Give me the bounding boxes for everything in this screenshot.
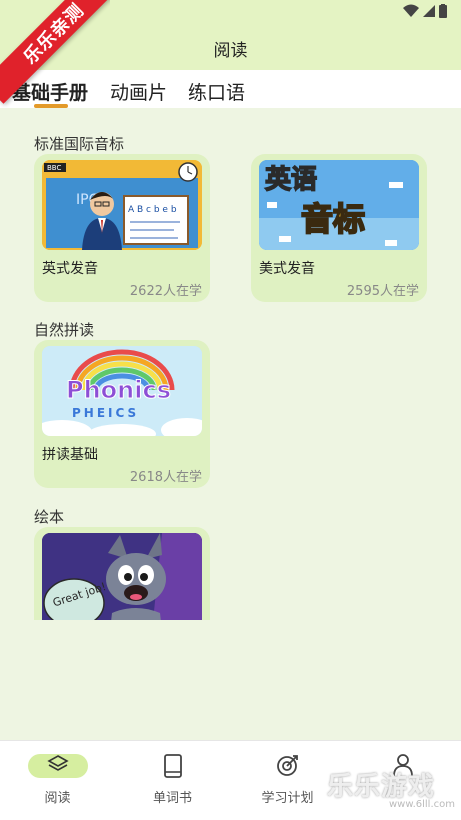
nav-label: 单词书 — [152, 791, 192, 806]
course-thumbnail: Great job! — [42, 533, 202, 620]
course-card-phonics[interactable]: Phonics PHEICS 拼读基础 2618人在学 — [34, 340, 210, 488]
target-icon — [276, 755, 298, 776]
phonics-rainbow-illustration: Phonics PHEICS — [42, 346, 202, 436]
learner-count: 2622人在学 — [129, 284, 202, 299]
corner-badge: 乐乐亲测 — [0, 0, 110, 110]
course-card-picture-book[interactable]: Great job! — [34, 527, 210, 620]
course-thumbnail: BBC IPC A B c b e b — [42, 160, 202, 250]
section-title-picture-books: 绘本 — [34, 508, 65, 526]
classroom-illustration: BBC IPC A B c b e b — [42, 160, 202, 250]
course-name: 拼读基础 — [42, 447, 98, 463]
bbc-logo-text: BBC — [47, 164, 61, 172]
course-card-american[interactable]: 英语 音标 美式发音 2595人在学 — [251, 154, 427, 302]
phonetics-title-illustration: 英语 音标 — [259, 160, 419, 250]
learner-count: 2595人在学 — [346, 284, 419, 299]
nav-item-reading[interactable]: 阅读 — [0, 741, 115, 820]
svg-text:英语: 英语 — [265, 165, 317, 195]
svg-text:Phonics: Phonics — [66, 376, 171, 404]
site-watermark: 乐乐游戏 www.6lll.com — [327, 766, 455, 818]
layers-icon — [46, 755, 69, 771]
battery-icon — [439, 4, 447, 18]
course-name: 英式发音 — [42, 261, 98, 277]
badge-text: 乐乐亲测 — [0, 0, 110, 104]
nav-label: 阅读 — [44, 791, 71, 806]
status-bar-icons — [403, 4, 447, 18]
course-thumbnail: 英语 音标 — [259, 160, 419, 250]
svg-text:A B c b e b: A B c b e b — [128, 205, 177, 215]
nav-item-word-book[interactable]: 单词书 — [115, 741, 230, 820]
content-area[interactable]: 标准国际音标 BBC IPC A B c b e b 英式发音 2622人在学 … — [0, 108, 461, 620]
cartoon-cat-illustration: Great job! — [42, 533, 202, 620]
watermark-title: 乐乐游戏 — [327, 772, 436, 802]
course-thumbnail: Phonics PHEICS — [42, 346, 202, 436]
section-title-phonetics: 标准国际音标 — [34, 135, 125, 153]
learner-count: 2618人在学 — [129, 470, 202, 485]
book-icon — [163, 754, 182, 778]
course-card-british[interactable]: BBC IPC A B c b e b 英式发音 2622人在学 — [34, 154, 210, 302]
tab-cartoons[interactable]: 动画片 — [110, 78, 167, 105]
svg-text:PHEICS: PHEICS — [72, 406, 139, 420]
signal-icon — [423, 5, 435, 17]
tab-speaking[interactable]: 练口语 — [188, 78, 245, 105]
section-title-phonics: 自然拼读 — [34, 321, 95, 339]
svg-text:音标: 音标 — [301, 200, 365, 238]
course-name: 美式发音 — [259, 261, 315, 277]
wifi-icon — [403, 4, 419, 17]
